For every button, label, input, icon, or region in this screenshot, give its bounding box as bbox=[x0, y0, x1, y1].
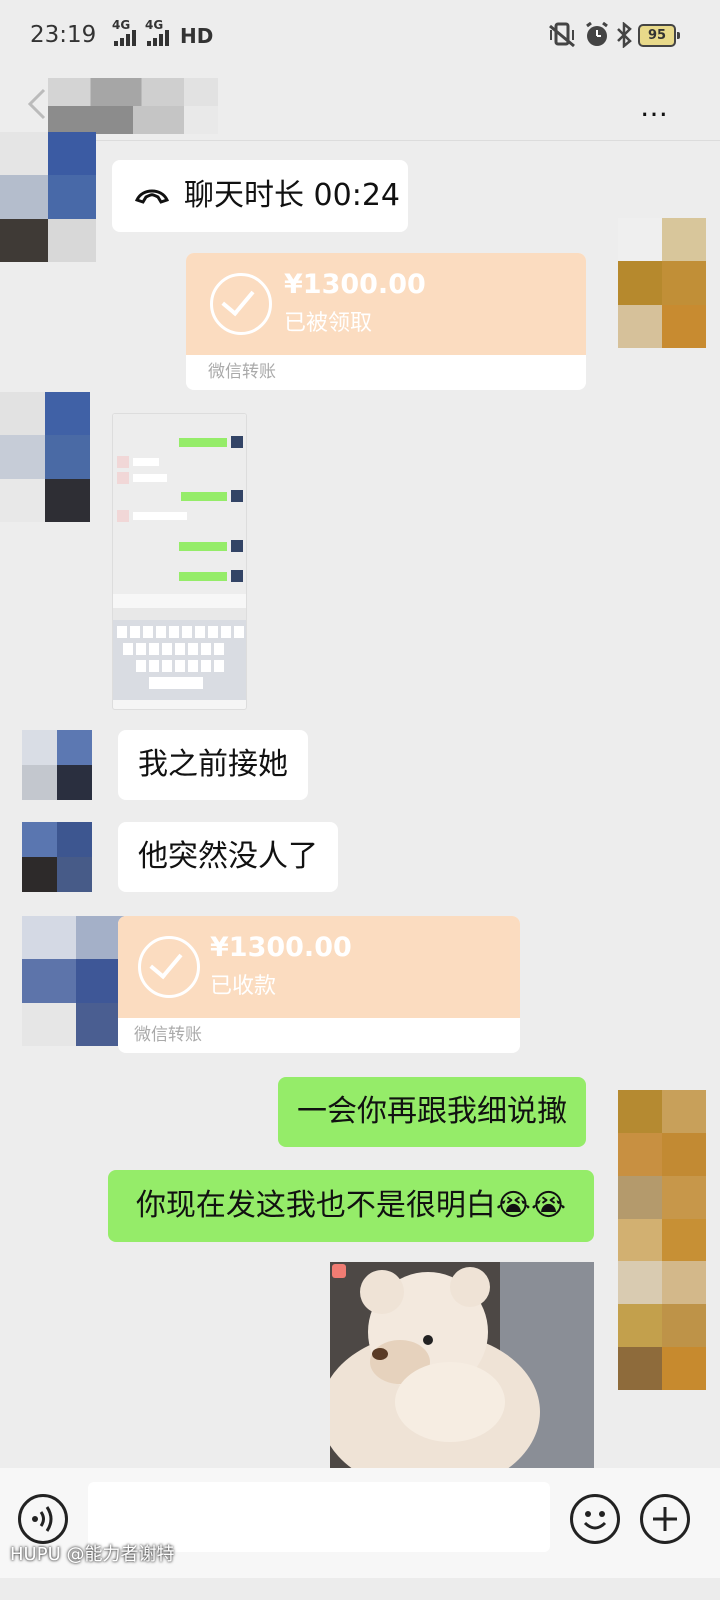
sticker-teddy-bear-image[interactable] bbox=[330, 1262, 594, 1468]
message-bubble-sent[interactable]: 一会你再跟我细说撖 bbox=[278, 1077, 586, 1147]
checkmark-icon bbox=[210, 273, 272, 335]
signal-icon-2 bbox=[147, 30, 169, 46]
status-time: 23:19 bbox=[30, 22, 97, 48]
voice-icon bbox=[32, 1506, 53, 1532]
transfer-status: 已收款 bbox=[210, 974, 277, 999]
screenshot-preview-image bbox=[113, 414, 246, 700]
avatar-other[interactable] bbox=[22, 916, 130, 1046]
image-message-screenshot[interactable] bbox=[112, 413, 247, 710]
avatar-other[interactable] bbox=[0, 132, 96, 262]
transfer-label: 微信转账 bbox=[186, 355, 586, 389]
transfer-amount: ¥1300.00 bbox=[210, 932, 352, 963]
message-text: 我之前接她 bbox=[138, 747, 288, 782]
transfer-status: 已被领取 bbox=[284, 311, 373, 336]
avatar-other[interactable] bbox=[0, 392, 90, 522]
call-duration-bubble[interactable]: 聊天时长 00:24 bbox=[112, 160, 408, 232]
emoji-button[interactable] bbox=[570, 1494, 620, 1544]
smiley-icon bbox=[583, 1511, 607, 1530]
avatar-self[interactable] bbox=[618, 1090, 706, 1390]
chat-title-bar: … bbox=[0, 70, 720, 141]
transfer-amount: ¥1300.00 bbox=[284, 269, 426, 300]
more-functions-button[interactable] bbox=[640, 1494, 690, 1544]
message-bubble-received[interactable]: 他突然没人了 bbox=[118, 822, 338, 892]
signal-icon bbox=[114, 30, 136, 46]
chat-title-blurred bbox=[48, 78, 218, 134]
wechat-transfer-card-sent[interactable]: ¥1300.00 已被领取 微信转账 bbox=[186, 253, 586, 390]
bluetooth-icon bbox=[617, 22, 632, 48]
message-text: 他突然没人了 bbox=[138, 839, 318, 874]
voice-input-button[interactable] bbox=[18, 1494, 68, 1544]
call-duration-text: 聊天时长 00:24 bbox=[184, 178, 400, 213]
wechat-transfer-card-received[interactable]: ¥1300.00 已收款 微信转账 bbox=[118, 916, 520, 1053]
system-nav-bar bbox=[0, 1578, 720, 1600]
alarm-icon bbox=[586, 22, 608, 46]
avatar-self[interactable] bbox=[618, 218, 706, 348]
checkmark-icon bbox=[138, 936, 200, 998]
phone-hangup-icon bbox=[134, 189, 170, 204]
transfer-card-header: ¥1300.00 已收款 bbox=[118, 916, 520, 1018]
message-bubble-sent[interactable]: 你现在发这我也不是很明白😭😭 bbox=[108, 1170, 594, 1242]
battery-indicator: 95 bbox=[638, 24, 680, 47]
avatar-other[interactable] bbox=[22, 730, 92, 800]
more-options-icon[interactable]: … bbox=[640, 90, 670, 123]
hd-label: HD bbox=[180, 24, 214, 48]
message-text: 你现在发这我也不是很明白😭😭 bbox=[135, 1188, 567, 1223]
mute-vibrate-icon bbox=[549, 22, 575, 48]
transfer-card-header: ¥1300.00 已被领取 bbox=[186, 253, 586, 355]
message-bubble-received[interactable]: 我之前接她 bbox=[118, 730, 308, 800]
back-arrow-icon[interactable] bbox=[24, 84, 54, 124]
status-bar: 23:19 4G 4G HD 95 bbox=[0, 0, 720, 70]
plus-icon bbox=[653, 1507, 677, 1531]
message-text: 一会你再跟我细说撖 bbox=[297, 1094, 567, 1129]
watermark-text: HUPU @能力者谢特 bbox=[10, 1544, 175, 1565]
avatar-other[interactable] bbox=[22, 822, 92, 892]
transfer-label: 微信转账 bbox=[118, 1018, 520, 1052]
